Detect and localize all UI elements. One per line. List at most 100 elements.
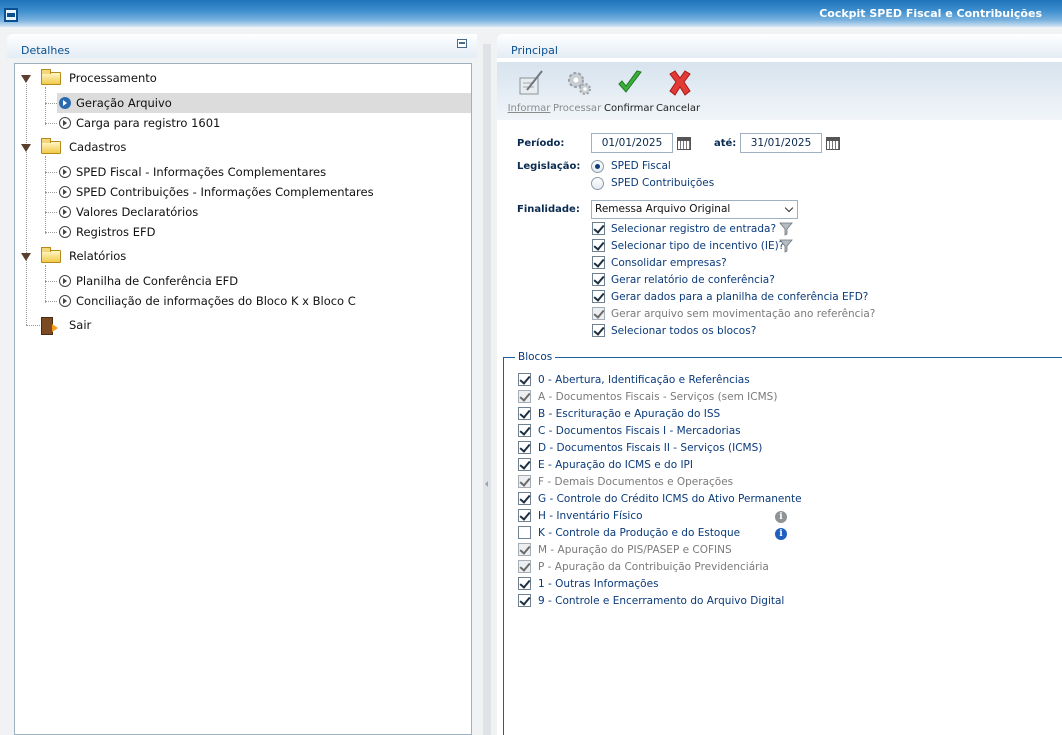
bloco-e-checkbox[interactable] xyxy=(518,458,531,471)
collapse-triangle-icon[interactable] xyxy=(21,144,31,152)
check-registro-entrada-label: Selecionar registro de entrada? xyxy=(611,223,777,235)
bloco-1-checkbox[interactable] xyxy=(518,577,531,590)
arrow-circle-icon xyxy=(59,97,71,109)
check-sem-movimentacao-label: Gerar arquivo sem movimentação ano refer… xyxy=(611,308,876,320)
minimize-icon[interactable] xyxy=(457,39,467,48)
bloco-a-label: A - Documentos Fiscais - Serviços (sem I… xyxy=(538,391,778,403)
bloco-b-checkbox[interactable] xyxy=(518,407,531,420)
tree-item-label: SPED Contribuições - Informações Complem… xyxy=(76,185,374,199)
check-todos-blocos[interactable] xyxy=(592,324,605,337)
sped-contribuicoes-label: SPED Contribuições xyxy=(611,177,715,189)
bloco-c-checkbox[interactable] xyxy=(518,424,531,437)
tree-item-planilha-conferencia[interactable]: Planilha de Conferência EFD xyxy=(57,271,471,291)
red-x-icon xyxy=(669,70,691,96)
panel-splitter[interactable] xyxy=(483,44,491,735)
bloco-k-checkbox[interactable] xyxy=(518,526,531,539)
sped-contribuicoes-radio[interactable] xyxy=(591,177,604,190)
bloco-m-label: M - Apuração do PIS/PASEP e COFINS xyxy=(538,544,732,556)
tree-item-conciliacao-bloco-k[interactable]: Conciliação de informações do Bloco K x … xyxy=(57,291,471,311)
bloco-h-checkbox[interactable] xyxy=(518,509,531,522)
tree-connector xyxy=(45,232,57,233)
toolbar: Informar Processar Confirmar Cancelar xyxy=(497,62,1062,120)
tree-item-geracao-arquivo[interactable]: Geração Arquivo xyxy=(57,93,471,113)
filter-icon[interactable] xyxy=(779,239,793,253)
check-consolidar-empresas[interactable] xyxy=(592,256,605,269)
tree-connector xyxy=(26,84,27,325)
tree-connector xyxy=(45,301,57,302)
ate-label: até: xyxy=(714,138,737,149)
check-registro-entrada[interactable] xyxy=(592,222,605,235)
check-tipo-incentivo-label: Selecionar tipo de incentivo (IE)? xyxy=(611,240,785,252)
bloco-e-label: E - Apuração do ICMS e do IPI xyxy=(538,459,693,471)
tree-item-registros-efd[interactable]: Registros EFD xyxy=(57,222,471,242)
check-dados-planilha[interactable] xyxy=(592,290,605,303)
collapse-triangle-icon[interactable] xyxy=(21,75,31,83)
calendar-icon[interactable] xyxy=(677,137,691,150)
tree-item-valores-declaratorios[interactable]: Valores Declaratórios xyxy=(57,202,471,222)
periodo-to-input[interactable]: 31/01/2025 xyxy=(740,133,822,153)
arrow-circle-icon xyxy=(59,117,71,129)
check-tipo-incentivo[interactable] xyxy=(592,239,605,252)
processar-button[interactable]: Processar xyxy=(553,64,601,118)
periodo-from-input[interactable]: 01/01/2025 xyxy=(591,133,673,153)
check-dados-planilha-label: Gerar dados para a planilha de conferênc… xyxy=(611,291,869,303)
tree-item-carga-registro-1601[interactable]: Carga para registro 1601 xyxy=(57,113,471,133)
check-relatorio-conferencia[interactable] xyxy=(592,273,605,286)
right-panel-header: Principal xyxy=(497,34,1062,58)
cancelar-label: Cancelar xyxy=(655,103,701,114)
gears-icon xyxy=(568,72,591,95)
tree-folder-cadastros[interactable]: Cadastros xyxy=(15,137,471,157)
informar-label: Informar xyxy=(507,103,551,114)
tree-connector xyxy=(45,281,57,282)
tree-folder-relatorios[interactable]: Relatórios xyxy=(15,246,471,266)
collapse-triangle-icon[interactable] xyxy=(21,253,31,261)
finalidade-label: Finalidade: xyxy=(517,204,580,215)
tree-item-sped-contribuicoes-info[interactable]: SPED Contribuições - Informações Complem… xyxy=(57,182,471,202)
tree-folder-processamento[interactable]: Processamento xyxy=(15,68,471,88)
check-sem-movimentacao[interactable] xyxy=(592,307,605,320)
sped-fiscal-radio[interactable] xyxy=(591,160,604,173)
tree-connector xyxy=(45,123,57,124)
splitter-grip-icon[interactable] xyxy=(485,481,488,487)
processar-label: Processar xyxy=(553,103,602,114)
bloco-b-label: B - Escrituração e Apuração do ISS xyxy=(538,408,721,420)
bloco-p-checkbox[interactable] xyxy=(518,560,531,573)
arrow-circle-icon xyxy=(59,295,71,307)
bloco-0-checkbox[interactable] xyxy=(518,373,531,386)
bloco-g-label: G - Controle do Crédito ICMS do Ativo Pe… xyxy=(538,493,802,505)
app-icon[interactable] xyxy=(4,8,18,22)
tree-item-label: Carga para registro 1601 xyxy=(76,116,221,130)
bloco-d-checkbox[interactable] xyxy=(518,441,531,454)
calendar-icon[interactable] xyxy=(826,137,840,150)
bloco-9-label: 9 - Controle e Encerramento do Arquivo D… xyxy=(538,595,785,607)
bloco-9-checkbox[interactable] xyxy=(518,594,531,607)
tree-item-sped-fiscal-info[interactable]: SPED Fiscal - Informações Complementares xyxy=(57,162,471,182)
finalidade-select[interactable]: Remessa Arquivo Original xyxy=(591,200,798,219)
blocos-legend: Blocos xyxy=(515,351,556,363)
tree-item-sair[interactable]: Sair xyxy=(15,315,471,335)
arrow-circle-icon xyxy=(59,275,71,287)
bloco-m-checkbox[interactable] xyxy=(518,543,531,556)
info-icon[interactable]: i xyxy=(775,511,787,523)
right-panel-title: Principal xyxy=(511,44,558,57)
filter-icon[interactable] xyxy=(779,222,793,236)
confirmar-button[interactable]: Confirmar xyxy=(604,64,654,118)
bloco-g-checkbox[interactable] xyxy=(518,492,531,505)
folder-open-icon xyxy=(41,69,61,85)
green-check-icon xyxy=(618,70,642,93)
tree-item-label: Planilha de Conferência EFD xyxy=(76,274,239,288)
folder-open-icon xyxy=(41,138,61,154)
bloco-a-checkbox[interactable] xyxy=(518,390,531,403)
finalidade-value: Remessa Arquivo Original xyxy=(595,203,731,215)
cancelar-button[interactable]: Cancelar xyxy=(654,64,702,118)
bloco-f-checkbox[interactable] xyxy=(518,475,531,488)
arrow-circle-icon xyxy=(59,186,71,198)
informar-button[interactable]: Informar xyxy=(505,64,553,118)
info-icon[interactable]: i xyxy=(775,528,787,540)
legislacao-label: Legislação: xyxy=(517,161,581,172)
folder-open-icon xyxy=(41,247,61,263)
tree-connector xyxy=(45,172,57,173)
chevron-down-icon[interactable] xyxy=(784,203,794,213)
sped-fiscal-label: SPED Fiscal xyxy=(611,160,671,172)
tree-item-label: Registros EFD xyxy=(76,225,156,239)
